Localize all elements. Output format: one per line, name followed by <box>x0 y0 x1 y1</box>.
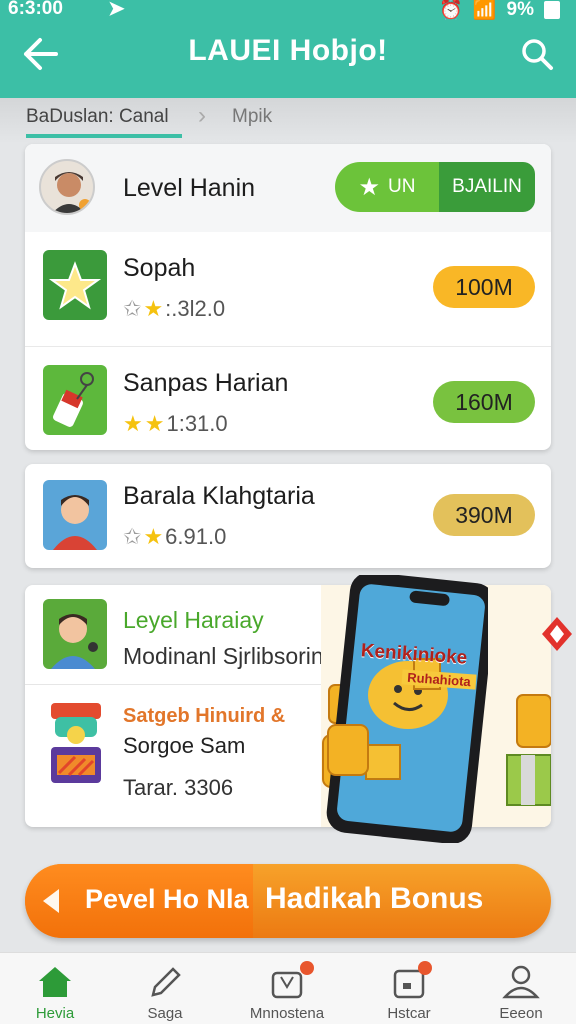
star-icon <box>48 261 102 310</box>
breadcrumb-item-first[interactable]: BaDuslan: Canal <box>26 106 169 128</box>
status-time: 6:3:00 <box>8 0 63 19</box>
home-icon <box>39 967 71 997</box>
promo-offer-subtitle: Sorgoe Sam <box>123 733 246 758</box>
arrow-left-icon <box>43 889 59 913</box>
star-filled-icon: ★ <box>143 296 164 321</box>
app-header: 6:3:00 ➤ ⏰ 📶 9% LAUEI Hobjo! <box>0 0 576 98</box>
status-indicators: ⏰ 📶 9% <box>439 0 560 22</box>
toggle-option-left[interactable]: ★ UN <box>335 162 439 212</box>
notification-badge <box>418 961 432 975</box>
nav-item-saga[interactable]: Saga <box>110 953 220 1024</box>
breadcrumb-active-indicator <box>26 134 182 138</box>
level-card: Level Hanin ★ UN BJAILIN Sopah ✩ ★ :.3l2… <box>25 144 551 450</box>
page-title: LAUEI Hobjo! <box>188 34 388 67</box>
list-item-card[interactable]: Barala Klahgtaria ✩ ★ 6.91.0 390M <box>25 464 551 568</box>
item-rating: ★ ★ 1:31.0 <box>123 411 228 437</box>
chevron-right-icon: › <box>198 102 206 129</box>
promo-card-row: Leyel Haraiay Modinanl Sjrlibsorin <box>25 585 365 685</box>
promo-subtitle: Modinanl Sjrlibsorin <box>123 643 324 669</box>
promo-offer-title: Satgeb Hinuird & <box>123 705 286 727</box>
item-name: Barala Klahgtaria <box>123 482 315 510</box>
avatar-man-icon <box>43 599 107 669</box>
person-icon <box>53 495 97 550</box>
nav-label: Mnnostena <box>249 1005 325 1022</box>
reward-badge[interactable]: 390M <box>433 494 535 536</box>
star-filled-icon: ★ <box>143 524 164 549</box>
reward-badge[interactable]: 100M <box>433 266 535 308</box>
nav-label: Hstcar <box>387 1005 431 1022</box>
star-icon: ★ <box>358 173 381 201</box>
avatar-person-icon <box>52 172 91 213</box>
item-name: Sopah <box>123 254 196 282</box>
star-filled-icon: ★ <box>144 411 165 436</box>
star-outline-icon: ✩ <box>123 296 142 321</box>
app-icon-star <box>43 250 107 320</box>
gem-decoration-icon <box>542 617 572 651</box>
battery-icon <box>544 1 560 19</box>
nav-item-inbox[interactable]: Hstcar <box>354 953 464 1024</box>
lighter-icon <box>53 372 94 427</box>
banner-left-label: Pevel Ho Nla <box>85 884 249 914</box>
nav-label: Hevia <box>35 1005 75 1022</box>
item-rating: ✩ ★ :.3l2.0 <box>123 296 225 322</box>
bottom-navigation: Hevia Saga Mnnostena Hstcar Eeeon <box>0 952 576 1024</box>
notification-badge <box>300 961 314 975</box>
battery-label: 9% <box>506 0 534 20</box>
list-item[interactable]: Sanpas Harian ★ ★ 1:31.0 160M <box>25 346 551 458</box>
breadcrumb-item-second[interactable]: Mpik <box>232 106 272 128</box>
rating-value: 1:31.0 <box>166 411 228 436</box>
nav-item-profile[interactable]: Eeeon <box>466 953 576 1024</box>
nav-item-messages[interactable]: Mnnostena <box>232 953 342 1024</box>
level-title: Level Hanin <box>123 174 256 202</box>
star-outline-icon: ✩ <box>123 524 142 549</box>
location-icon: ➤ <box>108 0 125 20</box>
promo-offer-total: Tarar. 3306 <box>123 775 234 800</box>
nav-label: Eeeon <box>499 1005 543 1022</box>
item-rating: ✩ ★ 6.91.0 <box>123 524 226 550</box>
breadcrumb: BaDuslan: Canal › Mpik <box>0 98 576 144</box>
list-item[interactable]: Sopah ✩ ★ :.3l2.0 100M <box>25 232 551 344</box>
gift-box-icon <box>45 703 107 787</box>
person-icon <box>51 614 98 669</box>
nav-item-home[interactable]: Hevia <box>0 953 110 1024</box>
rating-value: :.3l2.0 <box>165 296 226 321</box>
promo-name: Leyel Haraiay <box>123 607 264 633</box>
bonus-banner[interactable]: Pevel Ho Nla Hadikah Bonus <box>25 864 551 938</box>
app-icon-lighter <box>43 365 107 435</box>
star-filled-icon: ★ <box>123 411 143 436</box>
item-name: Sanpas Harian <box>123 369 289 397</box>
mode-toggle[interactable]: ★ UN BJAILIN <box>335 162 535 212</box>
avatar-boy-icon <box>43 480 107 550</box>
search-button[interactable] <box>518 36 558 72</box>
toggle-left-label: UN <box>388 176 416 197</box>
pencil-icon <box>151 967 181 997</box>
search-icon <box>522 39 553 70</box>
alarm-icon: ⏰ <box>439 0 463 21</box>
wifi-icon: 📶 <box>472 0 497 21</box>
level-card-header: Level Hanin ★ UN BJAILIN <box>25 144 551 232</box>
user-icon <box>502 965 540 999</box>
banner-right-label: Hadikah Bonus <box>265 882 484 915</box>
nav-label: Saga <box>147 1005 183 1022</box>
avatar[interactable] <box>39 159 95 215</box>
phone-promo-graphic[interactable] <box>318 572 496 844</box>
status-bar: 6:3:00 ➤ ⏰ 📶 9% <box>0 0 576 22</box>
reward-badge[interactable]: 160M <box>433 381 535 423</box>
rating-value: 6.91.0 <box>165 524 227 549</box>
toggle-option-right[interactable]: BJAILIN <box>439 162 535 212</box>
